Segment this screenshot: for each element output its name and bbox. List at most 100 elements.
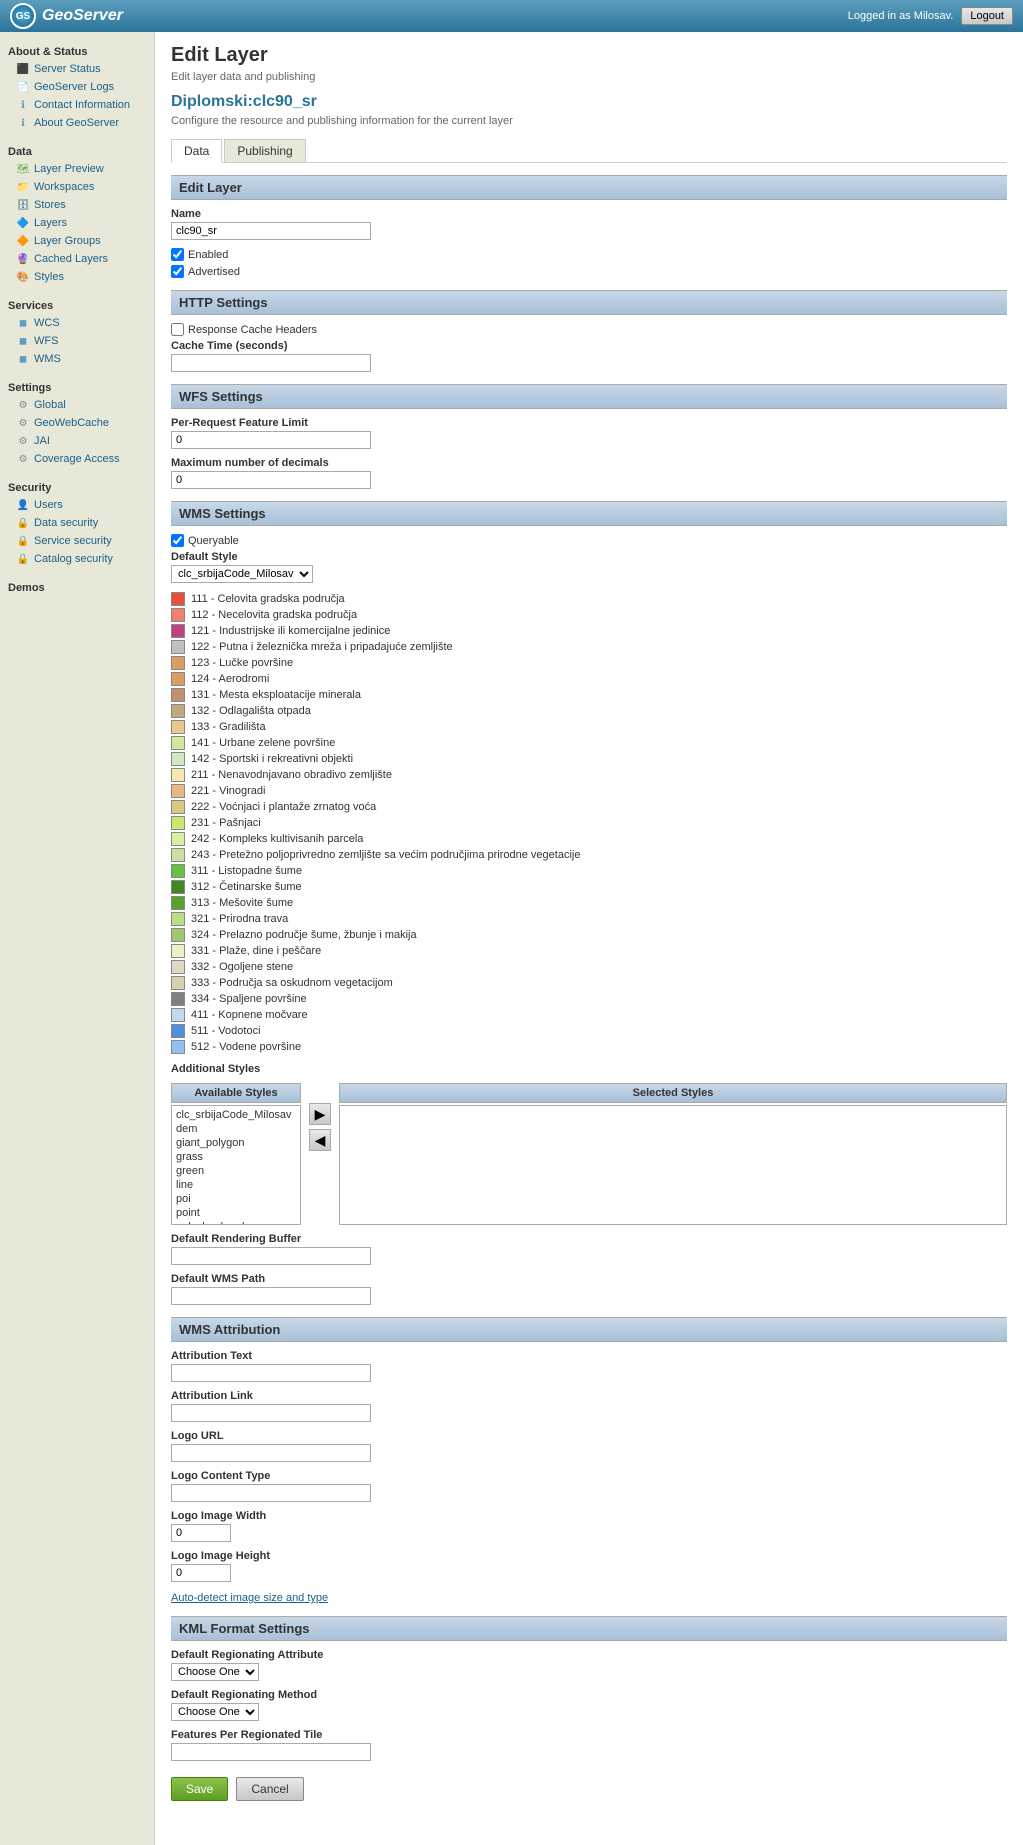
- legend-item-label: 311 - Listopadne šume: [191, 865, 302, 877]
- legend-item: 222 - Voćnjaci i plantaže zrnatog voća: [171, 799, 1007, 815]
- legend-item-label: 124 - Aerodromi: [191, 673, 269, 685]
- legend-color-swatch: [171, 608, 185, 622]
- auto-detect-link[interactable]: Auto-detect image size and type: [171, 1592, 328, 1604]
- attribution-link-label: Attribution Link: [171, 1390, 1007, 1402]
- sidebar-item-wcs[interactable]: ◼ WCS: [0, 314, 154, 332]
- sidebar-item-geoserver-logs[interactable]: 📄 GeoServer Logs: [0, 78, 154, 96]
- sidebar-item-global[interactable]: ⚙ Global: [0, 396, 154, 414]
- legend-color-swatch: [171, 624, 185, 638]
- sidebar-item-service-security[interactable]: 🔒 Service security: [0, 532, 154, 550]
- sidebar-section-settings: Settings: [0, 376, 154, 396]
- legend-item: 111 - Celovita gradska područja: [171, 591, 1007, 607]
- cancel-button[interactable]: Cancel: [236, 1777, 303, 1801]
- selected-styles-box: Selected Styles: [339, 1083, 1007, 1225]
- legend-item-label: 221 - Vinogradi: [191, 785, 265, 797]
- legend-item-label: 242 - Kompleks kultivisanih parcela: [191, 833, 363, 845]
- tab-data[interactable]: Data: [171, 139, 222, 163]
- sidebar-item-geowebcache[interactable]: ⚙ GeoWebCache: [0, 414, 154, 432]
- jai-icon: ⚙: [16, 434, 30, 448]
- features-per-tile-input[interactable]: [171, 1743, 371, 1761]
- doc-icon: 📄: [16, 80, 30, 94]
- legend-color-swatch: [171, 720, 185, 734]
- queryable-checkbox[interactable]: [171, 534, 184, 547]
- logo-url-input[interactable]: [171, 1444, 371, 1462]
- available-styles-list[interactable]: clc_srbijaCode_Milosavdemgiant_polygongr…: [171, 1105, 301, 1225]
- sidebar-item-layer-groups[interactable]: 🔶 Layer Groups: [0, 232, 154, 250]
- legend-color-swatch: [171, 768, 185, 782]
- max-decimals-input[interactable]: [171, 471, 371, 489]
- logo-height-input[interactable]: [171, 1564, 231, 1582]
- sidebar-item-workspaces[interactable]: 📁 Workspaces: [0, 178, 154, 196]
- logo-content-type-input[interactable]: [171, 1484, 371, 1502]
- cache-time-input[interactable]: [171, 354, 371, 372]
- regionating-method-select[interactable]: Choose One: [171, 1703, 259, 1721]
- users-icon: 👤: [16, 498, 30, 512]
- sidebar-item-jai[interactable]: ⚙ JAI: [0, 432, 154, 450]
- response-cache-checkbox[interactable]: [171, 323, 184, 336]
- available-style-item[interactable]: poi: [174, 1192, 298, 1206]
- sidebar-item-users[interactable]: 👤 Users: [0, 496, 154, 514]
- per-request-input[interactable]: [171, 431, 371, 449]
- enabled-checkbox[interactable]: [171, 248, 184, 261]
- attribution-text-input[interactable]: [171, 1364, 371, 1382]
- wms-path-input[interactable]: [171, 1287, 371, 1305]
- rendering-buffer-input[interactable]: [171, 1247, 371, 1265]
- available-style-item[interactable]: green: [174, 1164, 298, 1178]
- sidebar-item-wfs[interactable]: ◼ WFS: [0, 332, 154, 350]
- legend-color-swatch: [171, 736, 185, 750]
- legend-item: 141 - Urbane zelene površine: [171, 735, 1007, 751]
- sidebar-item-stores[interactable]: 🗄 Stores: [0, 196, 154, 214]
- advertised-checkbox[interactable]: [171, 265, 184, 278]
- max-decimals-field-group: Maximum number of decimals: [171, 457, 1007, 489]
- layer-description: Configure the resource and publishing in…: [171, 115, 1007, 127]
- attribution-text-label: Attribution Text: [171, 1350, 1007, 1362]
- legend-color-swatch: [171, 960, 185, 974]
- sidebar-item-layers[interactable]: 🔷 Layers: [0, 214, 154, 232]
- available-style-item[interactable]: line: [174, 1178, 298, 1192]
- legend-item-label: 511 - Vodotoci: [191, 1025, 261, 1037]
- geowebcache-icon: ⚙: [16, 416, 30, 430]
- sidebar-item-about-geoserver[interactable]: ℹ About GeoServer: [0, 114, 154, 132]
- wms-path-group: Default WMS Path: [171, 1273, 1007, 1305]
- default-style-select[interactable]: clc_srbijaCode_Milosav: [171, 565, 313, 583]
- selected-styles-list[interactable]: [339, 1105, 1007, 1225]
- available-style-item[interactable]: point: [174, 1206, 298, 1220]
- legend-color-swatch: [171, 928, 185, 942]
- tab-publishing[interactable]: Publishing: [224, 139, 305, 162]
- wms-settings-section: WMS Settings: [171, 501, 1007, 526]
- available-style-item[interactable]: giant_polygon: [174, 1136, 298, 1150]
- logo-width-input[interactable]: [171, 1524, 231, 1542]
- legend-item: 332 - Ogoljene stene: [171, 959, 1007, 975]
- transfer-right-button[interactable]: ▶: [309, 1103, 331, 1125]
- legend-item: 211 - Nenavodnjavano obradivo zemljište: [171, 767, 1007, 783]
- available-style-item[interactable]: grass: [174, 1150, 298, 1164]
- available-style-item[interactable]: clc_srbijaCode_Milosav: [174, 1108, 298, 1122]
- name-input[interactable]: [171, 222, 371, 240]
- legend-color-swatch: [171, 832, 185, 846]
- sidebar-item-data-security[interactable]: 🔒 Data security: [0, 514, 154, 532]
- sidebar-item-contact-info[interactable]: ℹ Contact Information: [0, 96, 154, 114]
- sidebar-item-styles[interactable]: 🎨 Styles: [0, 268, 154, 286]
- regionating-attribute-select[interactable]: Choose One: [171, 1663, 259, 1681]
- legend-item: 242 - Kompleks kultivisanih parcela: [171, 831, 1007, 847]
- sidebar-item-cached-layers[interactable]: 🔮 Cached Layers: [0, 250, 154, 268]
- legend-color-swatch: [171, 816, 185, 830]
- sidebar-item-wms[interactable]: ◼ WMS: [0, 350, 154, 368]
- legend-color-swatch: [171, 752, 185, 766]
- page-subtitle: Edit layer data and publishing: [171, 71, 1007, 83]
- logout-button[interactable]: Logout: [961, 7, 1013, 25]
- sidebar-item-server-status[interactable]: ⬛ Server Status: [0, 60, 154, 78]
- sidebar-item-layer-preview[interactable]: 🗺 Layer Preview: [0, 160, 154, 178]
- legend-color-swatch: [171, 1008, 185, 1022]
- wfs-settings-section: WFS Settings: [171, 384, 1007, 409]
- transfer-left-button[interactable]: ◀: [309, 1129, 331, 1151]
- save-button[interactable]: Save: [171, 1777, 228, 1801]
- sidebar-item-coverage-access[interactable]: ⚙ Coverage Access: [0, 450, 154, 468]
- legend-item: 121 - Industrijske ili komercijalne jedi…: [171, 623, 1007, 639]
- available-style-item[interactable]: poly_landmarks: [174, 1220, 298, 1225]
- coverage-access-icon: ⚙: [16, 452, 30, 466]
- sidebar-item-catalog-security[interactable]: 🔒 Catalog security: [0, 550, 154, 568]
- attribution-link-input[interactable]: [171, 1404, 371, 1422]
- available-style-item[interactable]: dem: [174, 1122, 298, 1136]
- max-decimals-label: Maximum number of decimals: [171, 457, 1007, 469]
